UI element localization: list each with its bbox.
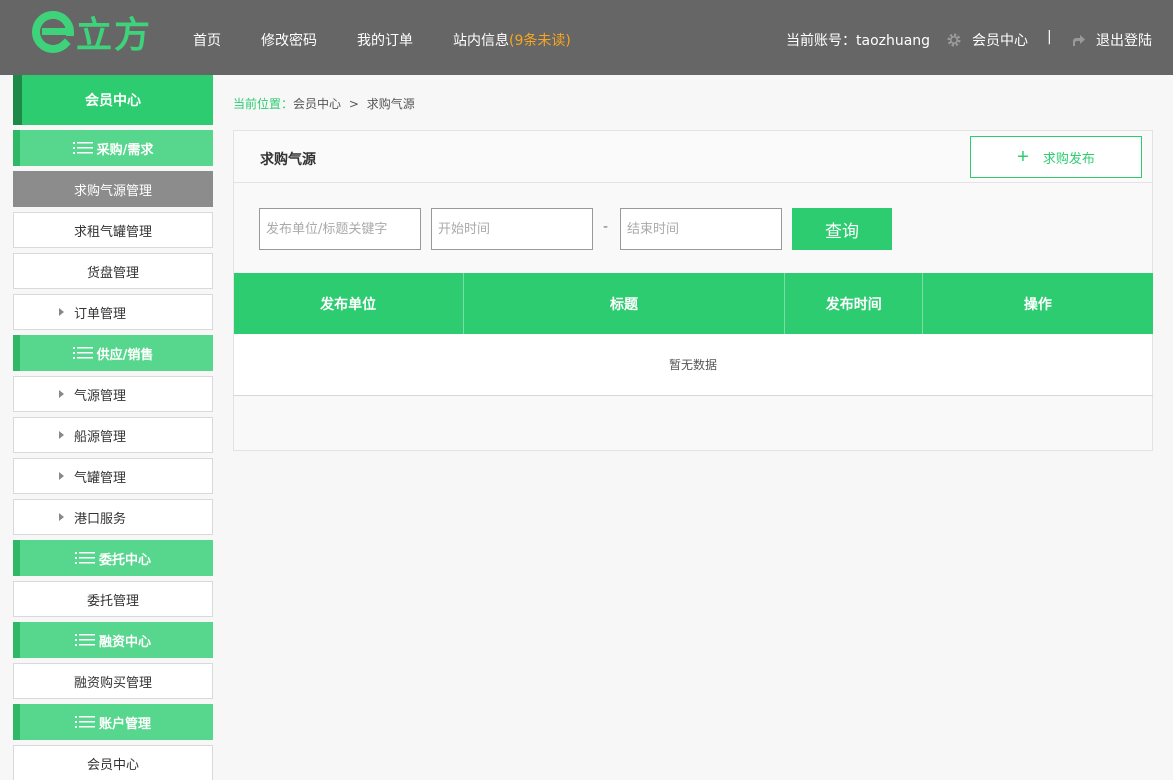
member-center-link[interactable]: 会员中心 bbox=[946, 30, 1028, 50]
sidebar-title[interactable]: 会员中心 bbox=[13, 75, 213, 125]
header-separator: | bbox=[1047, 29, 1052, 45]
keyword-input[interactable] bbox=[259, 208, 421, 250]
sidebar-group-account[interactable]: 账户管理 bbox=[13, 704, 213, 740]
empty-message: 暂无数据 bbox=[233, 334, 1153, 396]
sidebar-group-entrust[interactable]: 委托中心 bbox=[13, 540, 213, 576]
column-header-title: 标题 bbox=[463, 273, 786, 334]
plus-icon: + bbox=[1017, 146, 1029, 168]
column-header-publisher: 发布单位 bbox=[233, 273, 464, 334]
breadcrumb-label: 当前位置： bbox=[233, 97, 294, 111]
content-panel: 求购气源 + 求购发布 - 查询 发布单位 标题 发布时间 操作 暂无数据 bbox=[233, 130, 1153, 451]
sidebar-group-label: 采购/需求 bbox=[96, 142, 154, 158]
unread-count: (9条未读) bbox=[509, 33, 571, 49]
nav-my-orders[interactable]: 我的订单 bbox=[357, 30, 413, 50]
logout-link[interactable]: 退出登陆 bbox=[1070, 30, 1152, 50]
sidebar-item-label: 船源管理 bbox=[74, 429, 127, 445]
column-header-actions: 操作 bbox=[922, 273, 1153, 334]
share-arrow-icon bbox=[1073, 35, 1085, 46]
nav-change-password[interactable]: 修改密码 bbox=[261, 30, 317, 50]
breadcrumb-member-center[interactable]: 会员中心 bbox=[293, 97, 341, 111]
sidebar-item-label: 货盘管理 bbox=[86, 265, 139, 281]
nav-messages[interactable]: 站内信息(9条未读) bbox=[453, 30, 571, 50]
nav-home[interactable]: 首页 bbox=[193, 30, 221, 50]
list-icon bbox=[74, 634, 95, 646]
list-icon bbox=[72, 347, 93, 359]
sidebar-item-gas-source[interactable]: 气源管理 bbox=[13, 376, 213, 412]
sidebar: 会员中心 采购/需求 求购气源管理 求租气罐管理 货盘管理 订单管理 供应/销售… bbox=[13, 75, 213, 780]
sidebar-item-ship-source[interactable]: 船源管理 bbox=[13, 417, 213, 453]
sidebar-item-member-center[interactable]: 会员中心 bbox=[13, 745, 213, 780]
sidebar-group-label: 账户管理 bbox=[98, 716, 151, 732]
breadcrumb-current: 求购气源 bbox=[366, 97, 415, 111]
list-icon bbox=[74, 552, 95, 564]
sidebar-item-orders[interactable]: 订单管理 bbox=[13, 294, 213, 330]
main-nav: 首页 修改密码 我的订单 站内信息(9条未读) bbox=[193, 30, 611, 50]
member-center-label: 会员中心 bbox=[972, 33, 1028, 49]
sidebar-group-label: 委托中心 bbox=[98, 552, 151, 568]
publish-button[interactable]: + 求购发布 bbox=[970, 136, 1142, 178]
breadcrumb: 当前位置：会员中心 > 求购气源 bbox=[233, 95, 415, 112]
table-row: 暂无数据 bbox=[233, 334, 1153, 396]
results-table: 发布单位 标题 发布时间 操作 暂无数据 bbox=[233, 273, 1153, 396]
table-header-row: 发布单位 标题 发布时间 操作 bbox=[233, 273, 1153, 334]
sidebar-item-label: 气罐管理 bbox=[74, 470, 127, 486]
logo-text: 立方 bbox=[76, 15, 153, 56]
logout-label: 退出登陆 bbox=[1096, 33, 1152, 49]
start-date-input[interactable] bbox=[431, 208, 593, 250]
sidebar-item-label: 会员中心 bbox=[86, 757, 139, 773]
caret-right-icon bbox=[59, 431, 64, 439]
end-date-input[interactable] bbox=[620, 208, 782, 250]
sidebar-item-label: 委托管理 bbox=[86, 593, 139, 609]
page-title: 求购气源 bbox=[260, 152, 316, 168]
date-range-dash: - bbox=[603, 219, 609, 235]
gear-icon bbox=[947, 33, 961, 47]
query-button[interactable]: 查询 bbox=[792, 208, 892, 250]
sidebar-group-supply[interactable]: 供应/销售 bbox=[13, 335, 213, 371]
logo[interactable]: 立方 bbox=[32, 8, 152, 56]
sidebar-item-cargo[interactable]: 货盘管理 bbox=[13, 253, 213, 289]
sidebar-item-label: 气源管理 bbox=[74, 388, 127, 404]
caret-right-icon bbox=[59, 513, 64, 521]
sidebar-group-label: 融资中心 bbox=[98, 634, 151, 650]
sidebar-item-label: 求购气源管理 bbox=[73, 183, 152, 199]
sidebar-item-label: 求租气罐管理 bbox=[73, 224, 152, 240]
list-icon bbox=[72, 142, 93, 154]
sidebar-item-port[interactable]: 港口服务 bbox=[13, 499, 213, 535]
sidebar-item-label: 融资购买管理 bbox=[73, 675, 152, 691]
caret-right-icon bbox=[59, 308, 64, 316]
publish-label: 求购发布 bbox=[1042, 150, 1095, 166]
sidebar-item-label: 订单管理 bbox=[74, 306, 127, 322]
sidebar-item-label: 港口服务 bbox=[74, 511, 127, 527]
caret-right-icon bbox=[59, 472, 64, 480]
breadcrumb-separator: > bbox=[348, 97, 359, 111]
nav-messages-label: 站内信息 bbox=[453, 33, 509, 49]
column-header-publish-time: 发布时间 bbox=[784, 273, 924, 334]
sidebar-item-finance[interactable]: 融资购买管理 bbox=[13, 663, 213, 699]
sidebar-group-label: 供应/销售 bbox=[96, 347, 154, 363]
caret-right-icon bbox=[59, 390, 64, 398]
sidebar-item-purchase-gas[interactable]: 求购气源管理 bbox=[13, 171, 213, 207]
sidebar-group-purchase[interactable]: 采购/需求 bbox=[13, 130, 213, 166]
sidebar-item-tank[interactable]: 气罐管理 bbox=[13, 458, 213, 494]
sidebar-item-rent-tank[interactable]: 求租气罐管理 bbox=[13, 212, 213, 248]
list-icon bbox=[74, 716, 95, 728]
top-header: 立方 首页 修改密码 我的订单 站内信息(9条未读) 当前账号：taozhuan… bbox=[0, 0, 1173, 75]
sidebar-group-finance[interactable]: 融资中心 bbox=[13, 622, 213, 658]
current-account: 当前账号：taozhuang bbox=[786, 33, 931, 49]
logo-e-icon bbox=[32, 11, 74, 53]
sidebar-item-entrust[interactable]: 委托管理 bbox=[13, 581, 213, 617]
panel-header: 求购气源 + 求购发布 bbox=[234, 131, 1152, 183]
search-bar: - 查询 bbox=[234, 183, 1152, 273]
